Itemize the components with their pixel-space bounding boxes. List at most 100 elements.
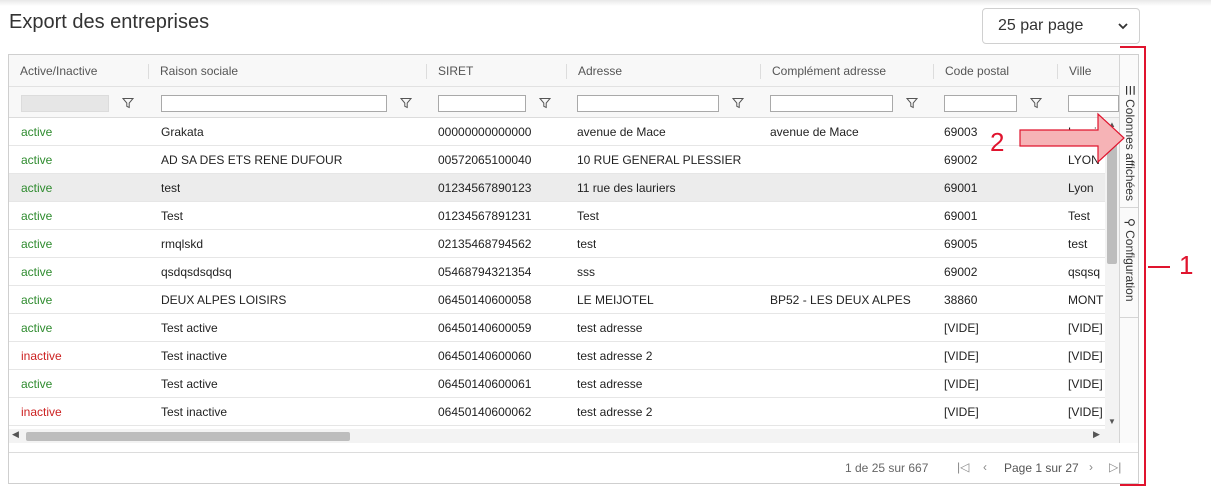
header-label: Active/Inactive [20, 64, 98, 78]
raison-cell: Test inactive [161, 349, 228, 363]
siret-cell: 05468794321354 [438, 265, 532, 279]
filter-adresse-input[interactable] [577, 95, 719, 112]
header-active-inactive[interactable]: Active/Inactive [9, 55, 148, 87]
header-label: Complément adresse [772, 64, 887, 78]
header-adresse[interactable]: Adresse [567, 55, 760, 87]
ville-cell: [VIDE] [1068, 321, 1103, 335]
header-label: Code postal [945, 64, 1010, 78]
first-page-icon[interactable]: |◁ [957, 460, 969, 474]
adresse-cell: test adresse [577, 377, 643, 391]
table-row[interactable]: active DEUX ALPES LOISIRS 06450140600058… [9, 286, 1105, 314]
siret-cell: 06450140600058 [438, 293, 532, 307]
adresse-cell: test [577, 237, 597, 251]
table-row[interactable]: active Test active 06450140600059 test a… [9, 314, 1105, 342]
scroll-left-icon[interactable]: ◀ [12, 429, 19, 440]
status-cell: active [21, 293, 53, 307]
adresse-cell: 10 RUE GENERAL PLESSIER [577, 153, 742, 167]
status-cell: inactive [21, 349, 62, 363]
cp-cell: 69002 [944, 265, 978, 279]
filter-icon[interactable] [732, 97, 744, 109]
grid-header: Active/Inactive Raison sociale SIRET Adr… [9, 55, 1119, 87]
filter-raison-input[interactable] [161, 95, 387, 112]
filter-icon[interactable] [1030, 97, 1042, 109]
raison-cell: test [161, 181, 181, 195]
filter-siret-input[interactable] [438, 95, 526, 112]
filter-cp-input[interactable] [944, 95, 1017, 112]
table-row[interactable]: inactive Test inactive 06450140600060 te… [9, 342, 1105, 370]
horizontal-scrollbar[interactable]: ◀ ▶ [9, 429, 1105, 443]
filter-icon[interactable] [539, 97, 551, 109]
siret-cell: 01234567890123 [438, 181, 532, 195]
cp-cell: [VIDE] [944, 377, 979, 391]
ville-cell: Test [1068, 209, 1091, 223]
per-page-value: 25 par page [998, 17, 1084, 34]
per-page-select[interactable]: 25 par page [982, 8, 1140, 44]
scroll-down-icon[interactable]: ▼ [1108, 417, 1116, 426]
siret-cell: 06450140600062 [438, 405, 532, 419]
cp-cell: 69002 [944, 153, 978, 167]
status-cell: active [21, 209, 53, 223]
status-cell: active [21, 377, 53, 391]
raison-cell: Test inactive [161, 405, 228, 419]
table-row[interactable]: active AD SA DES ETS RENE DUFOUR 0057206… [9, 146, 1105, 174]
header-siret[interactable]: SIRET [427, 55, 566, 87]
horizontal-scroll-thumb[interactable] [26, 432, 350, 441]
table-row[interactable]: active Test active 06450140600061 test a… [9, 370, 1105, 398]
cp-cell: 69001 [944, 181, 978, 195]
header-code-postal[interactable]: Code postal [934, 55, 1057, 87]
status-cell: inactive [21, 405, 62, 419]
table-row[interactable]: inactive Test inactive 06450140600062 te… [9, 398, 1105, 426]
header-label: Adresse [578, 64, 623, 78]
status-cell: active [21, 265, 53, 279]
raison-cell: AD SA DES ETS RENE DUFOUR [161, 153, 343, 167]
prev-page-icon[interactable]: ‹ [983, 460, 987, 474]
ville-cell: qsqsq [1068, 265, 1101, 279]
data-grid: Active/Inactive Raison sociale SIRET Adr… [8, 54, 1139, 484]
table-row[interactable]: active rmqlskd 02135468794562 test 69005… [9, 230, 1105, 258]
header-label: Raison sociale [160, 64, 239, 78]
cp-cell: 69001 [944, 209, 978, 223]
status-cell: active [21, 181, 53, 195]
siret-cell: 06450140600059 [438, 321, 532, 335]
cp-cell: 69005 [944, 237, 978, 251]
adresse-cell: test adresse 2 [577, 405, 653, 419]
top-shadow [0, 0, 1211, 6]
siret-cell: 02135468794562 [438, 237, 532, 251]
adresse-cell: 11 rue des lauriers [577, 181, 676, 195]
siret-cell: 01234567891231 [438, 209, 532, 223]
siret-cell: 06450140600061 [438, 377, 532, 391]
adresse-cell: test adresse 2 [577, 349, 653, 363]
filter-icon[interactable] [400, 97, 412, 109]
scroll-corner [1105, 429, 1119, 443]
filter-complement-input[interactable] [770, 95, 893, 112]
table-row[interactable]: active Grakata 00000000000000 avenue de … [9, 118, 1105, 146]
raison-cell: Test [161, 209, 184, 223]
page-info: Page 1 sur 27 [1004, 461, 1079, 475]
scroll-right-icon[interactable]: ▶ [1093, 429, 1100, 440]
raison-cell: rmqlskd [161, 237, 204, 251]
next-page-icon[interactable]: › [1089, 460, 1093, 474]
annotation-label-1: 1 [1179, 250, 1194, 280]
header-complement-adresse[interactable]: Complément adresse [761, 55, 933, 87]
filter-icon[interactable] [122, 97, 134, 109]
table-row[interactable]: active qsdqsdsqdsq 05468794321354 sss 69… [9, 258, 1105, 286]
header-label: SIRET [438, 64, 474, 78]
adresse-cell: LE MEIJOTEL [577, 293, 654, 307]
header-label: Ville [1069, 64, 1092, 78]
header-ville[interactable]: Ville [1058, 55, 1119, 87]
ville-cell: Lyon [1068, 181, 1094, 195]
header-raison-sociale[interactable]: Raison sociale [149, 55, 426, 87]
ville-cell: [VIDE] [1068, 405, 1103, 419]
status-cell: active [21, 237, 53, 251]
filter-row [9, 87, 1119, 118]
ville-cell: MONT [1068, 293, 1104, 307]
raison-cell: Test active [161, 377, 218, 391]
filter-status-input[interactable] [21, 95, 109, 112]
table-row[interactable]: active Test 01234567891231 Test 69001 Te… [9, 202, 1105, 230]
filter-icon[interactable] [906, 97, 918, 109]
cp-cell: 38860 [944, 293, 978, 307]
raison-cell: Test active [161, 321, 218, 335]
adresse-cell: Test [577, 209, 600, 223]
siret-cell: 06450140600060 [438, 349, 532, 363]
table-row-selected[interactable]: active test 01234567890123 11 rue des la… [9, 174, 1105, 202]
